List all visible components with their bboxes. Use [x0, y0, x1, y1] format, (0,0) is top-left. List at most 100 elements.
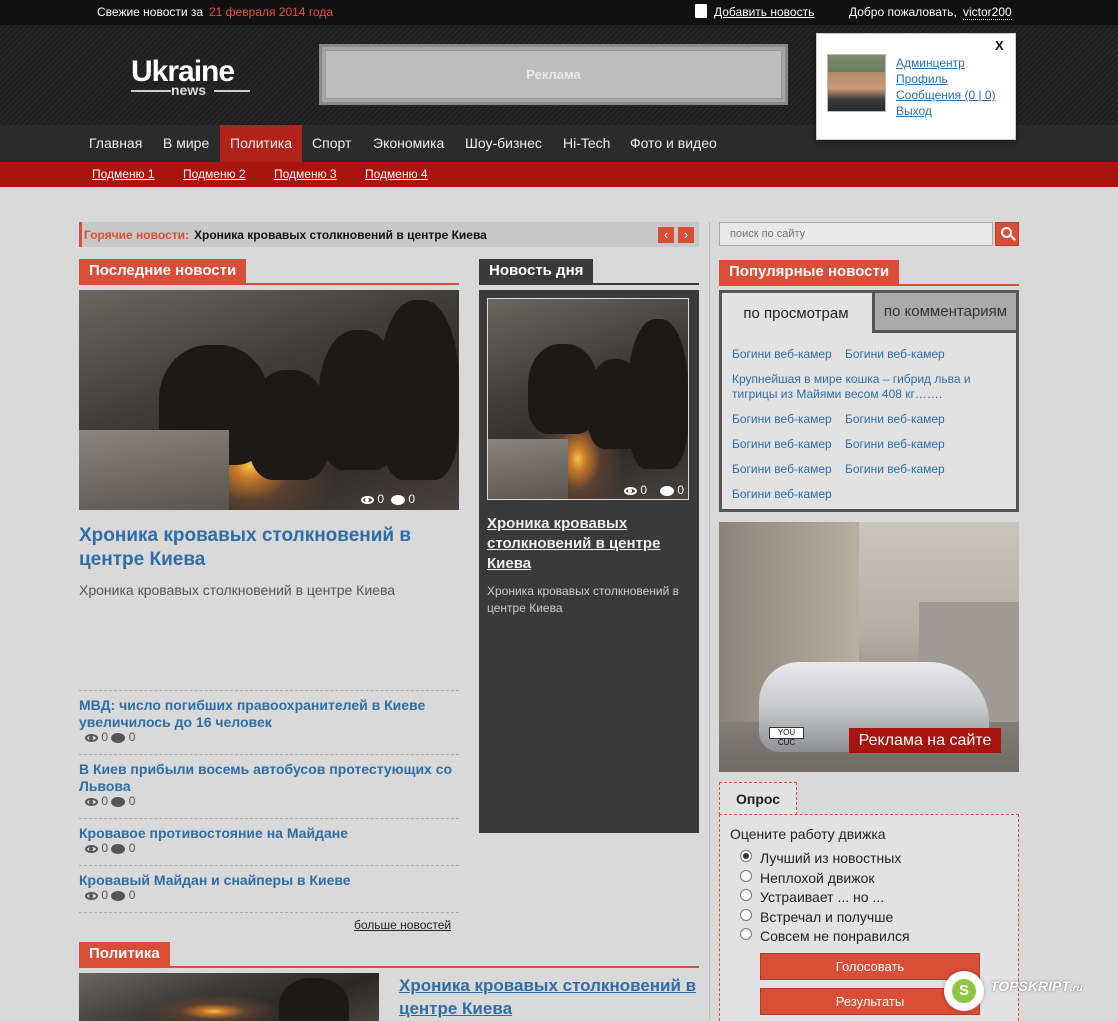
- list-item-link-3[interactable]: Кровавое противостояние на Майдане: [79, 825, 459, 842]
- subnav-item-1[interactable]: Подменю 1: [92, 167, 155, 181]
- politics-heading: Политика: [79, 942, 170, 966]
- welcome-text: Добро пожаловать,: [849, 5, 957, 19]
- messages-link[interactable]: Сообщения (0 | 0): [896, 88, 996, 102]
- nav-item-photo-video[interactable]: Фото и видео: [620, 125, 727, 162]
- hot-news-label: Горячие новости:: [84, 228, 189, 242]
- news-of-day-summary: Хроника кровавых столкновений в центре К…: [487, 584, 680, 615]
- popular-link[interactable]: Богини веб-камер: [732, 487, 832, 501]
- comment-icon: [111, 843, 126, 854]
- latest-main-comments: 0: [391, 492, 415, 506]
- ad-on-site-label[interactable]: Реклама на сайте: [849, 728, 1001, 753]
- list-item-link-2[interactable]: В Киев прибыли восемь автобусов протесту…: [79, 761, 459, 795]
- nav-item-showbiz[interactable]: Шоу-бизнес: [455, 125, 552, 162]
- nav-item-home[interactable]: Главная: [79, 125, 152, 162]
- list-divider: [79, 865, 459, 866]
- add-news-icon: [695, 4, 707, 18]
- close-icon[interactable]: X: [995, 38, 1004, 53]
- list-item-meta-2: 0 0: [85, 794, 135, 808]
- subnav-item-4[interactable]: Подменю 4: [365, 167, 428, 181]
- avatar[interactable]: [827, 54, 886, 112]
- news-of-day-headline[interactable]: Хроника кровавых столкновений в центре К…: [487, 514, 691, 574]
- logout-link[interactable]: Выход: [896, 104, 932, 118]
- list-item-link-1[interactable]: МВД: число погибших правоохранителей в К…: [79, 697, 459, 731]
- nav-item-politics[interactable]: Политика: [220, 125, 302, 162]
- popular-link[interactable]: Богини веб-камер: [732, 437, 832, 451]
- eye-icon: [85, 733, 98, 742]
- logo-line-right: [214, 90, 250, 92]
- latest-news-heading: Последние новости: [79, 259, 247, 283]
- search-input[interactable]: [719, 222, 993, 246]
- top-bar: Свежие новости за 21 февраля 2014 года Д…: [0, 0, 1118, 25]
- sidebar-ad-image[interactable]: YOU CUC Реклама на сайте: [719, 522, 1019, 772]
- latest-main-summary: Хроника кровавых столкновений в центре К…: [79, 582, 396, 598]
- poll-option-3[interactable]: Устраивает ... но ...: [760, 889, 884, 905]
- comment-icon: [391, 494, 405, 505]
- more-news-link[interactable]: больше новостей: [354, 918, 451, 932]
- popular-link[interactable]: Крупнейшая в мире кошка – гибрид льва и …: [732, 372, 1002, 402]
- popular-link[interactable]: Богини веб-камер: [845, 347, 945, 361]
- list-item-meta-1: 0 0: [85, 730, 135, 744]
- poll-radio-5[interactable]: [740, 928, 752, 940]
- hot-news-link[interactable]: Хроника кровавых столкновений в центре К…: [194, 228, 487, 242]
- popular-panel: по просмотрам по комментариям Богини веб…: [719, 290, 1019, 512]
- eye-icon: [361, 495, 374, 504]
- nav-item-world[interactable]: В мире: [153, 125, 219, 162]
- fresh-news-date[interactable]: 21 февраля 2014 года: [209, 5, 333, 19]
- user-popup: X Админцентр Профиль Сообщения (0 | 0) В…: [816, 33, 1016, 140]
- eye-icon: [85, 844, 98, 853]
- logo-line-left: [131, 90, 171, 92]
- poll-radio-1[interactable]: [740, 850, 752, 862]
- watermark-logo-icon: S: [944, 971, 984, 1011]
- ticker-prev-button[interactable]: ‹: [658, 227, 674, 243]
- popular-link[interactable]: Богини веб-камер: [845, 462, 945, 476]
- eye-icon: [85, 797, 98, 806]
- poll-tab[interactable]: Опрос: [719, 782, 797, 815]
- header-ad-banner[interactable]: Реклама: [319, 44, 788, 105]
- hot-news-accent: [79, 222, 82, 247]
- subnav-item-2[interactable]: Подменю 2: [183, 167, 246, 181]
- admin-center-link[interactable]: Админцентр: [896, 56, 965, 70]
- tab-by-comments[interactable]: по комментариям: [872, 293, 1016, 333]
- popular-link[interactable]: Богини веб-камер: [845, 437, 945, 451]
- nav-item-sport[interactable]: Спорт: [302, 125, 361, 162]
- username-link[interactable]: victor200: [963, 5, 1012, 20]
- politics-headline[interactable]: Хроника кровавых столкновений в центре К…: [399, 974, 699, 1020]
- add-news-link[interactable]: Добавить новость: [714, 5, 814, 19]
- hot-news-bar: Горячие новости: Хроника кровавых столкн…: [79, 222, 699, 247]
- news-of-day-heading: Новость дня: [479, 259, 594, 283]
- poll-radio-3[interactable]: [740, 889, 752, 901]
- list-item-meta-4: 0 0: [85, 888, 135, 902]
- poll-option-1[interactable]: Лучший из новостных: [760, 850, 901, 866]
- subnav-item-3[interactable]: Подменю 3: [274, 167, 337, 181]
- poll-question: Оцените работу движка: [730, 826, 886, 842]
- comment-icon: [111, 796, 126, 807]
- nav-item-hitech[interactable]: Hi-Tech: [553, 125, 620, 162]
- poll-option-4[interactable]: Встречал и получше: [760, 909, 893, 925]
- tab-by-views[interactable]: по просмотрам: [722, 293, 870, 335]
- politics-photo[interactable]: [79, 973, 379, 1021]
- popular-link[interactable]: Богини веб-камер: [732, 412, 832, 426]
- comment-icon: [660, 485, 674, 496]
- news-of-day-rule: [479, 283, 699, 285]
- poll-option-2[interactable]: Неплохой движок: [760, 870, 874, 886]
- news-of-day-comments: 0: [660, 483, 684, 497]
- poll-radio-2[interactable]: [740, 870, 752, 882]
- nav-item-economy[interactable]: Экономика: [363, 125, 454, 162]
- comment-icon: [111, 732, 126, 743]
- popular-link[interactable]: Богини веб-камер: [845, 412, 945, 426]
- comment-icon: [111, 890, 126, 901]
- poll-option-5[interactable]: Совсем не понравился: [760, 928, 910, 944]
- vote-button[interactable]: Голосовать: [760, 953, 980, 980]
- latest-main-photo[interactable]: 0 0: [79, 290, 459, 510]
- latest-main-headline[interactable]: Хроника кровавых столкновений в центре К…: [79, 524, 459, 572]
- sub-nav: Подменю 1 Подменю 2 Подменю 3 Подменю 4: [0, 162, 1118, 187]
- poll-radio-4[interactable]: [740, 909, 752, 921]
- list-item-link-4[interactable]: Кровавый Майдан и снайперы в Киеве: [79, 872, 459, 889]
- popular-link[interactable]: Богини веб-камер: [732, 462, 832, 476]
- popular-link[interactable]: Богини веб-камер: [732, 347, 832, 361]
- search-button[interactable]: [995, 222, 1019, 246]
- news-of-day-views: 0: [624, 483, 647, 497]
- news-of-day-photo[interactable]: 0 0: [487, 298, 689, 500]
- ticker-next-button[interactable]: ›: [678, 227, 694, 243]
- profile-link[interactable]: Профиль: [896, 72, 948, 86]
